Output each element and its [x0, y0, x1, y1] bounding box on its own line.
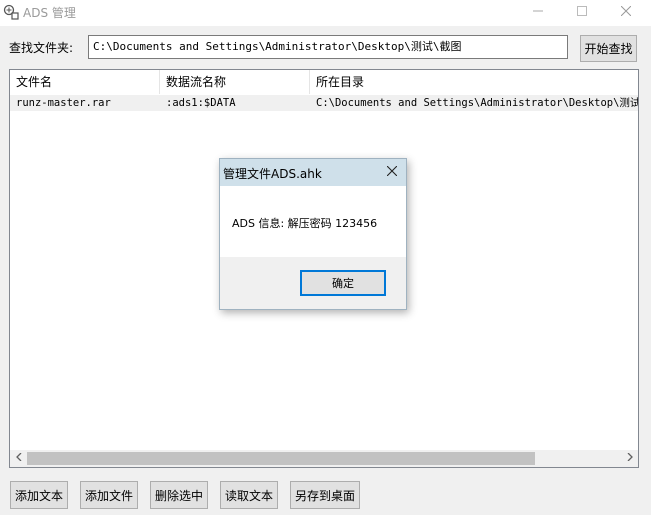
ok-button[interactable]: 确定	[300, 270, 386, 296]
add-file-button[interactable]: 添加文件	[80, 481, 138, 509]
column-header-filename[interactable]: 文件名	[10, 70, 160, 94]
minimize-button[interactable]	[516, 0, 560, 24]
close-button[interactable]	[604, 0, 648, 24]
scroll-left-button[interactable]	[10, 450, 27, 467]
dialog-title-bar: 管理文件ADS.ahk	[220, 159, 406, 186]
cell-stream-name: :ads1:$DATA	[166, 97, 236, 109]
minimize-icon	[533, 5, 543, 19]
start-search-button[interactable]: 开始查找	[580, 35, 637, 62]
cell-filename: runz-master.rar	[16, 97, 111, 109]
chevron-left-icon	[15, 452, 22, 464]
close-icon	[620, 5, 632, 19]
scroll-right-button[interactable]	[621, 450, 638, 467]
read-text-button[interactable]: 读取文本	[220, 481, 278, 509]
window-title: ADS 管理	[23, 6, 76, 20]
column-header-stream-name[interactable]: 数据流名称	[160, 70, 310, 94]
dialog-message: ADS 信息: 解压密码 123456	[232, 217, 378, 230]
close-icon	[386, 165, 398, 179]
delete-selected-button[interactable]: 删除选中	[150, 481, 208, 509]
save-to-desktop-button[interactable]: 另存到桌面	[290, 481, 360, 509]
message-dialog: 管理文件ADS.ahk ADS 信息: 解压密码 123456 确定	[219, 158, 407, 310]
folder-label: 查找文件夹:	[9, 41, 74, 55]
chevron-right-icon	[627, 452, 633, 464]
folder-path-input[interactable]: C:\Documents and Settings\Administrator\…	[88, 35, 568, 59]
dialog-title: 管理文件ADS.ahk	[223, 167, 322, 181]
maximize-button[interactable]	[560, 0, 604, 24]
app-icon	[3, 4, 19, 20]
table-row[interactable]: runz-master.rar :ads1:$DATA C:\Documents…	[10, 95, 638, 111]
dialog-close-button[interactable]	[380, 161, 404, 183]
scrollbar-thumb[interactable]	[27, 452, 535, 465]
column-header-directory[interactable]: 所在目录	[310, 70, 638, 94]
dialog-body: ADS 信息: 解压密码 123456	[220, 186, 406, 257]
title-bar: ADS 管理	[0, 0, 651, 26]
add-text-button[interactable]: 添加文本	[10, 481, 68, 509]
horizontal-scrollbar[interactable]	[10, 450, 638, 467]
cell-directory: C:\Documents and Settings\Administrator\…	[316, 97, 639, 109]
list-header: 文件名 数据流名称 所在目录	[10, 70, 638, 94]
maximize-icon	[577, 5, 587, 19]
